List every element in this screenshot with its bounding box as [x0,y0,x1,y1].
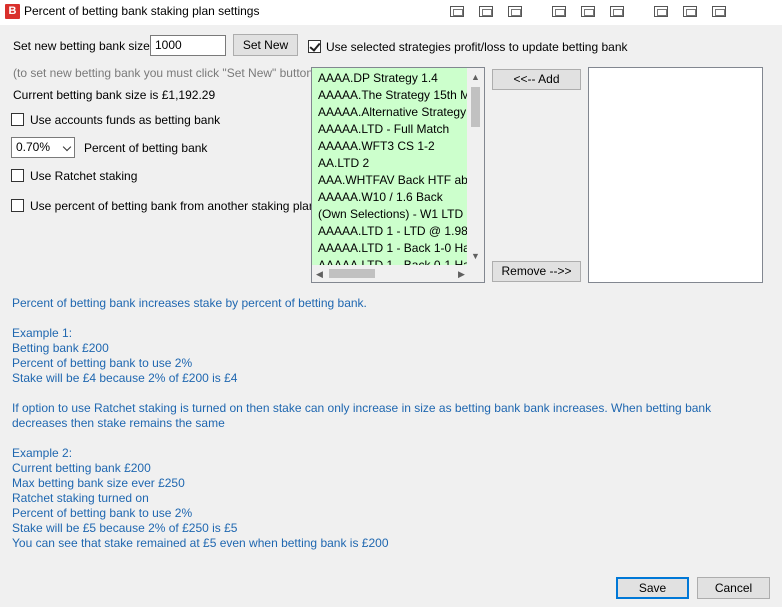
use-strategies-checkbox[interactable] [308,40,321,53]
strategies-list-items: AAAA.DP Strategy 1.4 AAAAA.The Strategy 1… [312,68,484,274]
info-text: Percent of betting bank increases stake … [12,296,762,551]
info-line: Percent of betting bank to use 2% [12,356,193,370]
accounts-funds-label: Use accounts funds as betting bank [30,113,221,127]
vertical-scrollbar[interactable]: ▲ ▼ [467,68,484,267]
info-line: Ratchet staking turned on [12,491,149,505]
list-item[interactable]: AAAAA.LTD - Full Match [312,121,470,138]
accounts-funds-checkbox[interactable] [11,113,24,126]
remove-strategy-button[interactable]: Remove -->> [492,261,581,282]
info-line: Stake will be £5 because 2% of £250 is £… [12,521,238,535]
percent-label: Percent of betting bank [84,141,208,155]
scroll-thumb[interactable] [329,269,375,278]
list-item[interactable]: AAAAA.W10 / 1.6 Back [312,189,470,206]
list-item[interactable]: AAA.WHTFAV Back HTF above [312,172,470,189]
layout-icon[interactable] [479,6,493,17]
info-line: If option to use Ratchet staking is turn… [12,401,712,415]
percent-select[interactable]: 0.70% [11,137,75,158]
info-line [12,311,762,326]
info-line: Percent of betting bank to use 2% [12,506,193,520]
current-bank-text: Current betting bank size is £1,192.29 [13,88,216,102]
cancel-button[interactable]: Cancel [697,577,770,599]
layout-icon[interactable] [712,6,726,17]
info-line [12,431,762,446]
strategies-list[interactable]: AAAA.DP Strategy 1.4 AAAAA.The Strategy 1… [311,67,485,283]
info-line: Percent of betting bank increases stake … [12,296,367,310]
list-item[interactable]: AA.LTD 2 [312,155,470,172]
set-new-button[interactable]: Set New [233,34,298,56]
horizontal-scrollbar[interactable]: ◀ ▶ [312,265,484,282]
other-plan-label: Use percent of betting bank from another… [30,199,316,213]
layout-icon[interactable] [683,6,697,17]
list-item[interactable]: AAAAA.The Strategy 15th Minute [312,87,470,104]
layout-icon[interactable] [552,6,566,17]
list-item[interactable]: (Own Selections) - W1 LTD FH [312,206,470,223]
info-line: Example 1: [12,326,73,340]
add-strategy-button[interactable]: <<-- Add [492,69,581,90]
layout-icon[interactable] [450,6,464,17]
use-strategies-label: Use selected strategies profit/loss to u… [326,40,628,54]
ratchet-checkbox[interactable] [11,169,24,182]
scroll-down-icon[interactable]: ▼ [471,251,480,261]
other-plan-checkbox[interactable] [11,199,24,212]
percent-select-value: 0.70% [16,140,51,154]
layout-icon[interactable] [654,6,668,17]
set-new-hint: (to set new betting bank you must click … [13,66,317,80]
scroll-right-icon[interactable]: ▶ [458,269,465,279]
ratchet-label: Use Ratchet staking [30,169,138,183]
chevron-down-icon [62,142,72,152]
list-item[interactable]: AAAAA.Alternative Strategy O2.5 [312,104,470,121]
info-line: decreases then stake remains the same [12,416,225,430]
list-item[interactable]: AAAA.DP Strategy 1.4 [312,70,470,87]
title-bar: B Percent of betting bank staking plan s… [0,0,782,25]
info-line: Max betting bank size ever £250 [12,476,185,490]
scroll-up-icon[interactable]: ▲ [471,72,480,82]
new-bank-label: Set new betting bank size [13,39,150,53]
save-button[interactable]: Save [616,577,689,599]
selected-strategies-list[interactable] [588,67,763,283]
layout-icon[interactable] [610,6,624,17]
window-title: Percent of betting bank staking plan set… [24,4,260,18]
list-item[interactable]: AAAAA.LTD 1 - Back 1-0 Half T [312,240,470,257]
info-line: Current betting bank £200 [12,461,151,475]
list-item[interactable]: AAAAA.WFT3 CS 1-2 [312,138,470,155]
scroll-thumb[interactable] [471,87,480,127]
list-item[interactable]: AAAAA.LTD 1 - LTD @ 1.98 [312,223,470,240]
app-logo-icon: B [5,4,20,19]
layout-icon[interactable] [508,6,522,17]
scroll-left-icon[interactable]: ◀ [316,269,323,279]
layout-icon[interactable] [581,6,595,17]
info-line: Betting bank £200 [12,341,109,355]
info-line [12,386,762,401]
info-line: You can see that stake remained at £5 ev… [12,536,389,550]
info-line: Stake will be £4 because 2% of £200 is £… [12,371,238,385]
info-line: Example 2: [12,446,73,460]
new-bank-input[interactable]: 1000 [150,35,226,56]
